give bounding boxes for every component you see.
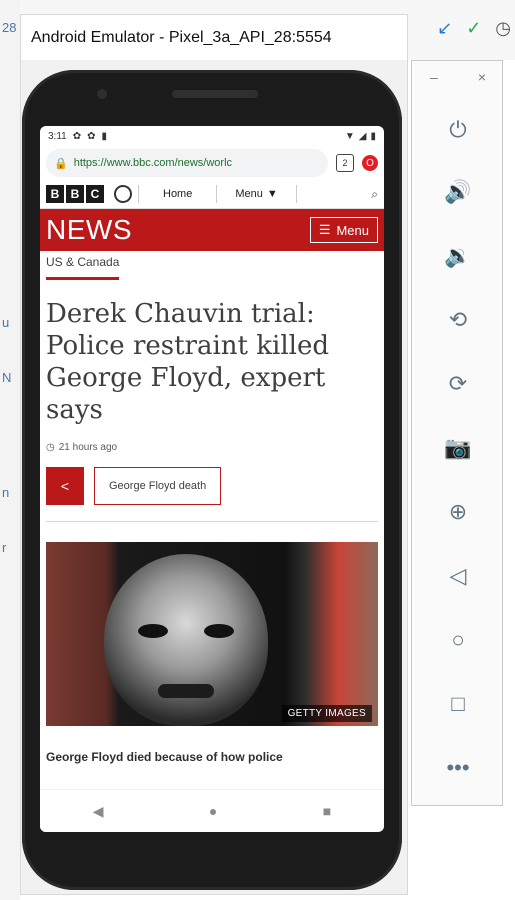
rotate-left-icon[interactable]: ⟲ xyxy=(412,307,504,333)
topic-chip[interactable]: George Floyd death xyxy=(94,467,222,505)
check-green-icon[interactable]: ✓ xyxy=(466,18,481,39)
volume-down-icon[interactable]: 🔉 xyxy=(412,243,504,269)
background-text-fragment: u xyxy=(2,315,10,330)
history-icon[interactable]: ◷ xyxy=(495,18,511,39)
mural-portrait xyxy=(104,554,268,726)
bbc-logo-letter: B xyxy=(46,185,64,203)
browser-toolbar: 🔒 https://www.bbc.com/news/worlc 2 O xyxy=(40,146,384,180)
window-title: Android Emulator - Pixel_3a_API_28:5554 xyxy=(31,28,332,46)
camera-icon[interactable]: 📷 xyxy=(412,435,504,461)
phone-frame: 3:11 ✿ ✿ ▮ ▼ ◢ ▮ 🔒 https://www.bbc.com/n… xyxy=(22,70,402,890)
address-bar[interactable]: 🔒 https://www.bbc.com/news/worlc xyxy=(46,149,328,177)
news-wordmark[interactable]: NEWS xyxy=(46,214,132,246)
image-caption: George Floyd died because of how police xyxy=(46,750,283,764)
bbc-logo-letter: C xyxy=(86,185,104,203)
divider xyxy=(138,185,139,203)
close-button[interactable]: × xyxy=(478,69,486,85)
hamburger-icon: ☰ xyxy=(318,222,331,237)
image-credit: GETTY IMAGES xyxy=(281,705,372,722)
background-text-fragment: 28 xyxy=(2,20,17,35)
portrait-mouth xyxy=(158,684,214,698)
status-time: 3:11 xyxy=(48,130,67,142)
time-ago: 21 hours ago xyxy=(58,442,118,453)
system-status-bar: 3:11 ✿ ✿ ▮ ▼ ◢ ▮ xyxy=(40,126,384,146)
news-menu-button[interactable]: ☰ Menu xyxy=(309,217,378,243)
clock-icon: ◷ xyxy=(46,442,55,453)
background-toolbar: ↙ ✓ ◷ xyxy=(401,14,515,42)
front-camera xyxy=(97,89,107,99)
account-icon[interactable] xyxy=(114,185,132,203)
minimize-button[interactable]: – xyxy=(430,69,438,85)
article-image[interactable]: GETTY IMAGES xyxy=(46,542,378,726)
check-blue-icon[interactable]: ↙ xyxy=(437,18,452,39)
menu-dropdown[interactable]: Menu ▼ xyxy=(223,188,289,200)
background-left-edge xyxy=(0,0,20,900)
section-link[interactable]: US & Canada xyxy=(46,255,120,280)
divider xyxy=(295,185,297,203)
divider xyxy=(216,185,218,203)
background-text-fragment: n xyxy=(2,485,10,500)
menu-label: Menu xyxy=(235,188,263,200)
tab-switcher-button[interactable]: 2 xyxy=(336,154,354,172)
home-icon[interactable]: ● xyxy=(209,803,217,819)
portrait-eye xyxy=(138,624,168,638)
search-icon[interactable]: ⌕ xyxy=(371,187,378,202)
article-divider xyxy=(46,521,378,522)
sim-icon: ▮ xyxy=(101,130,108,142)
settings-icon: ✿ xyxy=(72,130,82,142)
battery-icon: ▮ xyxy=(370,130,376,142)
zoom-icon[interactable]: ⊕ xyxy=(412,499,504,525)
share-icon: < xyxy=(60,478,70,494)
portrait-eye xyxy=(204,624,234,638)
wifi-icon: ▼ xyxy=(344,130,355,142)
article-timestamp: ◷ 21 hours ago xyxy=(46,442,378,453)
power-icon[interactable]: ⏻ xyxy=(412,117,504,143)
signal-icon: ◢ xyxy=(358,130,367,142)
share-button[interactable]: < xyxy=(46,467,84,505)
url-text: https://www.bbc.com/news/worlc xyxy=(73,157,233,169)
bbc-logo-letter: B xyxy=(66,185,84,203)
android-nav-bar: ◀ ● ■ xyxy=(40,789,384,832)
background-text-fragment: r xyxy=(2,540,7,555)
news-menu-label: Menu xyxy=(336,222,369,238)
earpiece-speaker xyxy=(172,90,258,98)
caret-down-icon: ▼ xyxy=(266,188,278,200)
back-icon[interactable]: ◀ xyxy=(93,803,104,820)
back-icon[interactable]: ◁ xyxy=(412,563,504,589)
more-icon[interactable]: ••• xyxy=(412,755,504,781)
overview-icon[interactable]: □ xyxy=(412,691,504,717)
emulator-title-bar[interactable]: Android Emulator - Pixel_3a_API_28:5554 xyxy=(20,14,408,60)
home-icon[interactable]: ○ xyxy=(412,627,504,653)
phone-screen[interactable]: 3:11 ✿ ✿ ▮ ▼ ◢ ▮ 🔒 https://www.bbc.com/n… xyxy=(40,126,384,832)
bbc-logo[interactable]: B B C xyxy=(46,185,104,203)
background-text-fragment: N xyxy=(2,370,12,385)
article-actions: < George Floyd death xyxy=(46,467,378,505)
rotate-right-icon[interactable]: ⟳ xyxy=(412,371,504,397)
article-headline: Derek Chauvin trial: Police restraint ki… xyxy=(46,299,329,425)
lock-icon: 🔒 xyxy=(54,157,68,170)
recents-icon[interactable]: ■ xyxy=(323,803,331,819)
settings-icon: ✿ xyxy=(87,130,96,142)
home-link[interactable]: Home xyxy=(145,188,210,200)
bbc-header: B B C Home Menu ▼ ⌕ xyxy=(40,180,384,209)
volume-up-icon[interactable]: 🔊 xyxy=(412,179,504,205)
browser-menu-icon[interactable]: O xyxy=(362,155,378,171)
emulator-side-toolbar: – × ⏻ 🔊 🔉 ⟲ ⟳ 📷 ⊕ ◁ ○ □ ••• xyxy=(411,60,503,806)
news-banner: NEWS ☰ Menu xyxy=(40,209,384,251)
